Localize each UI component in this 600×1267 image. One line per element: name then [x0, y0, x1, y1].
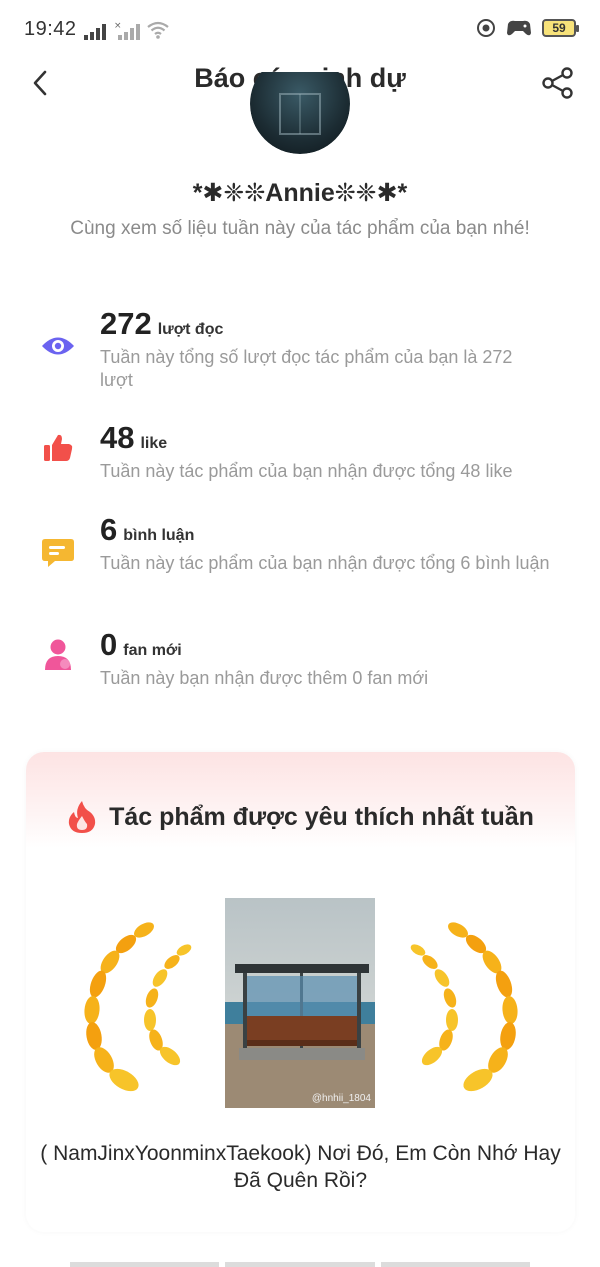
- favorite-heading: Tác phẩm được yêu thích nhất tuần: [109, 802, 534, 831]
- stat-description: Tuần này tổng số lượt đọc tác phẩm của b…: [100, 347, 513, 390]
- stat-number: 0: [100, 627, 118, 662]
- subtitle: Cùng xem số liệu tuần này của tác phẩm c…: [70, 218, 530, 239]
- stat-unit: lượt đọc: [157, 321, 224, 338]
- share-button[interactable]: [538, 63, 578, 103]
- book-cover[interactable]: @hnhii_1804: [225, 898, 375, 1108]
- stat-number: 272: [100, 306, 152, 341]
- favorite-work-card: Tác phẩm được yêu thích nhất tuần @hnhii…: [26, 752, 575, 1232]
- battery-level: 59: [552, 21, 566, 35]
- stat-unit: like: [140, 435, 168, 452]
- person-icon: [40, 637, 76, 673]
- stat-description: Tuần này tác phẩm của bạn nhận được tổng…: [100, 461, 513, 481]
- data-saver-icon: [477, 19, 495, 37]
- wifi-icon: [147, 21, 169, 39]
- status-left-icons: ×: [84, 20, 170, 40]
- status-right-icons: 59: [476, 18, 579, 38]
- laurel-left-icon: [84, 922, 192, 1092]
- stat-description: Tuần này tác phẩm của bạn nhận được tổng…: [100, 553, 550, 573]
- share-icon: [542, 67, 573, 99]
- laurel-right-icon: [410, 922, 518, 1092]
- thumbs-up-icon: [40, 430, 76, 466]
- fire-icon: [68, 801, 96, 833]
- stat-reads-main: 272 lượt đọc: [100, 306, 223, 342]
- eye-icon: [40, 328, 76, 364]
- status-time: 19:42: [24, 18, 77, 40]
- stat-likes-main: 48 like: [100, 420, 167, 456]
- signal-off-icon: ×: [114, 21, 140, 40]
- stat-comments-main: 6 bình luận: [100, 512, 194, 548]
- favorite-header: Tác phẩm được yêu thích nhất tuần: [26, 800, 575, 834]
- signal-icon: [84, 24, 106, 40]
- username: *✱❈❊Annie❊❈✱*: [192, 179, 408, 207]
- comment-icon: [40, 534, 76, 570]
- stat-fans-main: 0 fan mới: [100, 627, 182, 663]
- stat-unit: bình luận: [123, 527, 195, 544]
- stat-number: 48: [100, 420, 135, 455]
- avatar: [250, 72, 350, 154]
- svg-text:×: ×: [114, 21, 122, 31]
- book-title[interactable]: ( NamJinxYoonminxTaekook) Nơi Đó, Em Còn…: [36, 1140, 565, 1194]
- game-mode-icon: [507, 20, 531, 36]
- status-bar: 19:42 × 59: [0, 0, 600, 60]
- battery-icon: 59: [542, 19, 579, 37]
- cover-watermark: @hnhii_1804: [311, 1093, 371, 1104]
- stat-number: 6: [100, 512, 118, 547]
- stat-description: Tuần này bạn nhận được thêm 0 fan mới: [100, 668, 429, 688]
- stat-unit: fan mới: [123, 642, 182, 659]
- bottom-divider: [70, 1262, 530, 1267]
